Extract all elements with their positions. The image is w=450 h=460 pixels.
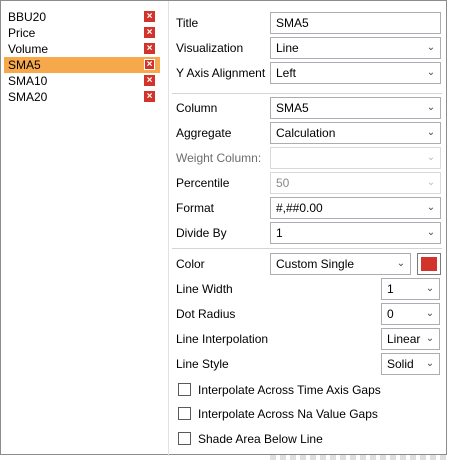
divide-by-value: 1 [276,226,283,240]
chevron-down-icon: ⌄ [396,258,406,269]
chevron-down-icon: ⌄ [425,333,435,344]
dot-radius-select[interactable]: 0 ⌄ [381,303,440,325]
title-label: Title [176,16,199,30]
aggregate-select[interactable]: Calculation ⌄ [270,122,441,144]
divide-by-select[interactable]: 1 ⌄ [270,222,441,244]
series-item-sma10[interactable]: SMA10 × [4,73,160,89]
chevron-down-icon: ⌄ [425,358,435,369]
shade-area-checkbox[interactable] [178,432,191,445]
delete-series-button[interactable]: × [144,43,155,54]
line-style-select[interactable]: Solid ⌄ [381,353,440,375]
format-value: #,##0.00 [276,201,323,215]
interpolate-time-gaps-label: Interpolate Across Time Axis Gaps [198,383,381,397]
interpolate-na-gaps-label: Interpolate Across Na Value Gaps [198,407,378,421]
chevron-down-icon: ⌄ [425,283,435,294]
weight-column-label: Weight Column: [176,151,262,165]
visualization-select[interactable]: Line ⌄ [270,37,441,59]
color-mode-select[interactable]: Custom Single ⌄ [270,253,411,275]
color-label: Color [176,257,205,271]
section-divider [172,248,442,249]
line-style-value: Solid [387,357,414,371]
visualization-label: Visualization [176,41,244,55]
column-value: SMA5 [276,101,309,115]
background-residue [270,455,450,460]
series-item-label: SMA5 [8,58,41,72]
column-label: Column [176,101,218,115]
color-picker-button[interactable] [417,253,441,275]
color-swatch [421,257,437,271]
aggregate-value: Calculation [276,126,336,140]
line-style-label: Line Style [176,357,229,371]
series-list: BBU20 × Price × Volume × SMA5 × SMA10 × … [4,9,160,105]
chevron-down-icon: ⌄ [425,308,435,319]
line-width-label: Line Width [176,282,233,296]
chevron-down-icon: ⌄ [426,177,436,188]
dot-radius-value: 0 [387,307,394,321]
format-label: Format [176,201,215,215]
section-divider [172,93,442,94]
chevron-down-icon: ⌄ [426,152,436,163]
dot-radius-label: Dot Radius [176,307,236,321]
delete-series-button[interactable]: × [144,91,155,102]
format-select[interactable]: #,##0.00 ⌄ [270,197,441,219]
chevron-down-icon: ⌄ [426,67,436,78]
series-item-price[interactable]: Price × [4,25,160,41]
line-interpolation-select[interactable]: Linear ⌄ [381,328,440,350]
title-input[interactable]: SMA5 [270,12,441,34]
line-width-select[interactable]: 1 ⌄ [381,278,440,300]
divide-by-label: Divide By [176,226,227,240]
percentile-label: Percentile [176,176,230,190]
chevron-down-icon: ⌄ [426,227,436,238]
series-item-label: BBU20 [8,10,47,24]
y-axis-alignment-select[interactable]: Left ⌄ [270,62,441,84]
series-item-label: SMA10 [8,74,48,88]
weight-column-select: ⌄ [270,147,441,169]
percentile-select: 50 ⌄ [270,172,441,194]
y-axis-alignment-label: Y Axis Alignment [176,66,266,80]
interpolate-na-gaps-checkbox[interactable] [178,407,191,420]
visualization-value: Line [276,41,299,55]
color-mode-value: Custom Single [276,257,355,271]
delete-series-button[interactable]: × [144,75,155,86]
series-item-sma20[interactable]: SMA20 × [4,89,160,105]
series-item-label: SMA20 [8,90,48,104]
panel-divider [168,1,169,456]
delete-series-button[interactable]: × [144,27,155,38]
chevron-down-icon: ⌄ [426,42,436,53]
shade-area-label: Shade Area Below Line [198,432,323,446]
series-item-volume[interactable]: Volume × [4,41,160,57]
chevron-down-icon: ⌄ [426,102,436,113]
column-select[interactable]: SMA5 ⌄ [270,97,441,119]
line-interpolation-label: Line Interpolation [176,332,269,346]
chevron-down-icon: ⌄ [426,202,436,213]
delete-series-button[interactable]: × [144,59,155,70]
series-item-sma5[interactable]: SMA5 × [4,57,160,73]
line-interpolation-value: Linear [387,332,421,346]
series-item-label: Price [8,26,36,40]
series-item-label: Volume [8,42,49,56]
line-width-value: 1 [387,282,394,296]
series-properties-panel: BBU20 × Price × Volume × SMA5 × SMA10 × … [0,0,447,456]
series-item-bbu20[interactable]: BBU20 × [4,9,160,25]
aggregate-label: Aggregate [176,126,232,140]
chevron-down-icon: ⌄ [426,127,436,138]
percentile-value: 50 [276,176,290,190]
y-axis-alignment-value: Left [276,66,297,80]
delete-series-button[interactable]: × [144,11,155,22]
interpolate-time-gaps-checkbox[interactable] [178,383,191,396]
